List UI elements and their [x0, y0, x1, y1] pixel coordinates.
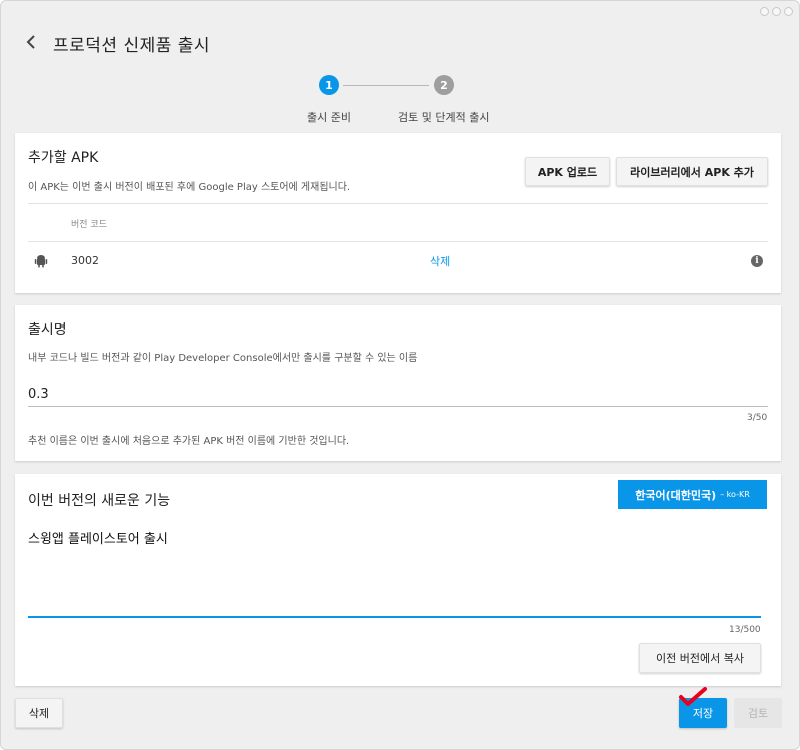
save-button[interactable]: 저장 [679, 698, 727, 728]
release-notes-counter: 13/500 [729, 625, 761, 635]
apk-section-title: 추가할 APK [28, 150, 99, 166]
window-dot[interactable] [772, 7, 781, 16]
apk-card: 추가할 APK 이 APK는 이번 출시 버전이 배포된 후에 Google P… [15, 133, 781, 293]
delete-release-button[interactable]: 삭제 [15, 698, 63, 728]
add-apk-from-library-button[interactable]: 라이브러리에서 APK 추가 [616, 157, 768, 186]
android-icon [34, 253, 48, 268]
app-window: 프로덕션 신제품 출시 1 2 출시 준비 검토 및 단계적 출시 추가할 AP… [0, 0, 800, 750]
step-2-indicator[interactable]: 2 [434, 75, 454, 95]
step-2-label: 검토 및 단계적 출시 [398, 111, 490, 124]
divider [28, 241, 768, 242]
step-1-label: 출시 준비 [307, 111, 351, 124]
apk-section-description: 이 APK는 이번 출시 버전이 배포된 후에 Google Play 스토어에… [28, 182, 351, 193]
release-name-title: 출시명 [28, 322, 67, 338]
copy-from-previous-button[interactable]: 이전 버전에서 복사 [639, 643, 761, 673]
language-code: – ko-KR [720, 490, 750, 499]
release-stepper: 1 2 출시 준비 검토 및 단계적 출시 [1, 75, 799, 125]
divider [28, 203, 768, 204]
step-connector [343, 85, 429, 86]
delete-apk-link[interactable]: 삭제 [430, 253, 450, 269]
apk-upload-button[interactable]: APK 업로드 [525, 157, 610, 186]
window-dot[interactable] [760, 7, 769, 16]
language-selector[interactable]: 한국어(대한민국) – ko-KR [618, 480, 767, 509]
version-code-value: 3002 [71, 254, 99, 267]
window-controls [760, 7, 793, 16]
language-label: 한국어(대한민국) [635, 488, 717, 502]
release-name-description: 내부 코드나 빌드 버전과 같이 Play Developer Console에… [28, 353, 418, 364]
page-title: 프로덕션 신제품 출시 [53, 36, 211, 56]
release-name-hint: 추천 이름은 이번 출시에 처음으로 추가된 APK 버전 이름에 기반한 것입… [28, 436, 350, 447]
release-name-card: 출시명 내부 코드나 빌드 버전과 같이 Play Developer Cons… [15, 305, 781, 461]
version-code-column-header: 버전 코드 [71, 220, 107, 230]
whats-new-title: 이번 버전의 새로운 기능 [28, 493, 171, 509]
info-icon[interactable]: i [751, 255, 763, 267]
review-button: 검토 [734, 698, 782, 728]
window-dot[interactable] [784, 7, 793, 16]
release-name-input[interactable] [28, 377, 768, 407]
release-name-counter: 3/50 [747, 413, 768, 423]
release-notes-textarea[interactable]: 스윙앱 플레이스토어 출시 [28, 524, 761, 618]
back-arrow-icon[interactable] [22, 33, 40, 51]
whats-new-card: 이번 버전의 새로운 기능 한국어(대한민국) – ko-KR 스윙앱 플레이스… [15, 474, 781, 686]
step-1-indicator[interactable]: 1 [319, 75, 339, 95]
